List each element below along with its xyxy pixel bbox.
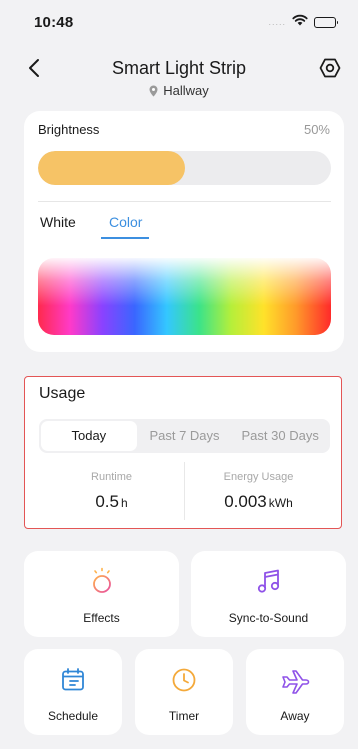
location-pin-icon — [149, 85, 158, 96]
period-past-7-days[interactable]: Past 7 Days — [137, 421, 233, 451]
runtime-value: 0.5 — [95, 492, 119, 511]
light-control-card: Brightness 50% White Color — [24, 111, 344, 352]
brightness-slider-fill — [38, 151, 185, 185]
header: Smart Light Strip Hallway — [0, 50, 358, 106]
timer-label: Timer — [168, 709, 200, 723]
usage-title: Usage — [39, 385, 86, 402]
energy-label: Energy Usage — [223, 471, 294, 483]
clock-icon — [169, 665, 199, 695]
status-time: 10:48 — [34, 13, 74, 31]
timer-button[interactable]: Timer — [135, 649, 233, 735]
settings-button[interactable] — [318, 56, 342, 80]
effects-button[interactable]: Effects — [24, 551, 179, 637]
calendar-icon — [58, 665, 88, 695]
wifi-icon — [292, 13, 308, 31]
runtime-metric: Runtime 0.5 h — [39, 471, 184, 512]
runtime-unit: h — [120, 496, 128, 510]
battery-icon — [314, 16, 338, 28]
sync-to-sound-label: Sync-to-Sound — [228, 611, 309, 625]
brightness-value: 50% — [303, 122, 330, 137]
tab-color[interactable]: Color — [109, 214, 142, 230]
music-note-icon — [254, 567, 284, 597]
status-icons: ..... — [268, 13, 338, 31]
status-bar: 10:48 ..... — [0, 0, 358, 44]
color-picker[interactable] — [38, 258, 331, 335]
brightness-label: Brightness — [38, 122, 100, 137]
location-label: Hallway — [163, 83, 209, 98]
away-button[interactable]: Away — [246, 649, 344, 735]
sync-to-sound-button[interactable]: Sync-to-Sound — [191, 551, 346, 637]
usage-period-selector: Today Past 7 Days Past 30 Days — [39, 419, 330, 453]
divider — [38, 201, 331, 202]
airplane-icon — [280, 665, 310, 695]
location: Hallway — [0, 83, 358, 98]
runtime-label: Runtime — [91, 471, 132, 483]
brightness-slider[interactable] — [38, 151, 331, 185]
gear-icon — [319, 58, 341, 78]
usage-card: Usage Today Past 7 Days Past 30 Days Run… — [24, 376, 342, 529]
schedule-label: Schedule — [47, 709, 99, 723]
page-title: Smart Light Strip — [111, 58, 247, 78]
energy-unit: kWh — [268, 496, 293, 510]
energy-value: 0.003 — [224, 492, 267, 511]
energy-metric: Energy Usage 0.003 kWh — [186, 471, 331, 512]
energy-value-row: 0.003 kWh — [186, 492, 331, 512]
signal-dots: ..... — [268, 17, 286, 27]
tab-white[interactable]: White — [40, 214, 76, 230]
period-past-30-days[interactable]: Past 30 Days — [232, 421, 328, 451]
metric-divider — [184, 462, 185, 520]
runtime-value-row: 0.5 h — [39, 492, 184, 512]
effects-label: Effects — [83, 611, 120, 625]
effects-icon — [87, 567, 117, 597]
tab-active-indicator — [101, 237, 149, 239]
period-today[interactable]: Today — [41, 421, 137, 451]
away-label: Away — [280, 709, 310, 723]
schedule-button[interactable]: Schedule — [24, 649, 122, 735]
